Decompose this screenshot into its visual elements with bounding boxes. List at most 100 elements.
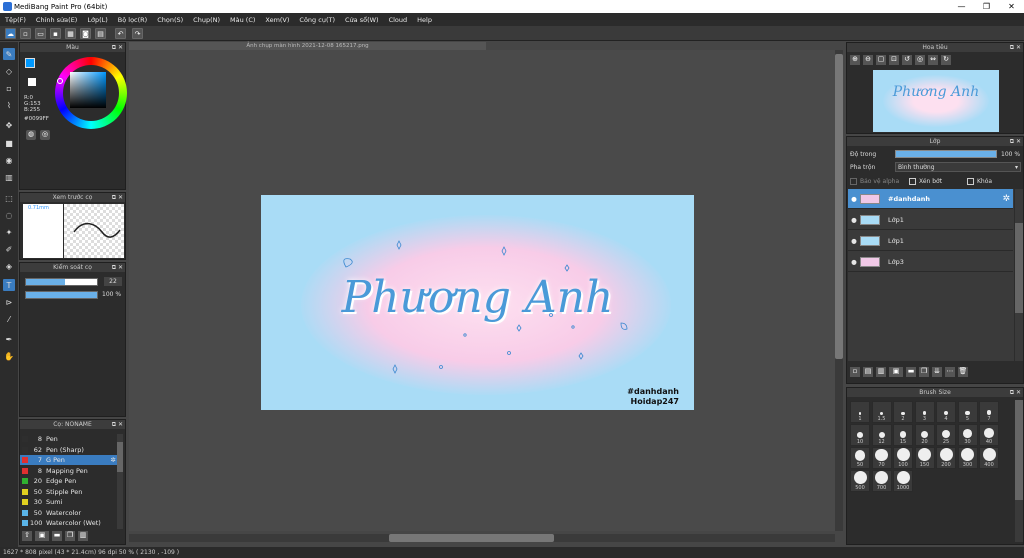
- lock-checkbox[interactable]: [967, 178, 974, 185]
- add-brush-icon[interactable]: ⇧: [22, 531, 32, 541]
- menu-window[interactable]: Cửa sổ(W): [340, 16, 384, 24]
- menu-file[interactable]: Tệp(F): [0, 16, 31, 24]
- brush-delete-icon[interactable]: ▥: [78, 531, 88, 541]
- magic-wand-icon[interactable]: ✦: [3, 226, 15, 238]
- grid-icon[interactable]: ▦: [65, 28, 76, 39]
- brush-size-option-4[interactable]: 4: [936, 401, 956, 423]
- brush-item-stipple-pen[interactable]: 50 Stipple Pen: [20, 487, 118, 497]
- brush-item-pen-sharp[interactable]: 62 Pen (Sharp): [20, 445, 118, 455]
- navigator-thumbnail[interactable]: Phương Anh: [873, 70, 999, 132]
- panel-close-icon[interactable]: ⧉ ✕: [112, 263, 123, 272]
- eraser-tool-icon[interactable]: ◇: [3, 65, 15, 77]
- brush-size-option-10[interactable]: 10: [850, 424, 870, 446]
- hue-wheel[interactable]: [55, 57, 127, 129]
- menu-layer[interactable]: Lớp(L): [82, 16, 112, 24]
- layer-duplicate-icon[interactable]: ❐: [919, 367, 929, 377]
- save-icon[interactable]: ▪: [50, 28, 61, 39]
- brush-list-scrollbar[interactable]: [117, 434, 123, 529]
- layer-delete-icon[interactable]: 🗑: [958, 367, 968, 377]
- brush-size-option-500[interactable]: 500: [850, 470, 870, 492]
- lasso-tool-icon[interactable]: ⌇: [3, 99, 15, 111]
- brush-size-option-1000[interactable]: 1000: [893, 470, 913, 492]
- minimize-button[interactable]: —: [949, 0, 974, 13]
- pen-tool-icon[interactable]: ✒: [3, 333, 15, 345]
- menu-color[interactable]: Màu (C): [225, 16, 260, 24]
- brush-size-option-15[interactable]: 15: [893, 424, 913, 446]
- maximize-button[interactable]: ❐: [974, 0, 999, 13]
- brush-size-slider[interactable]: [25, 278, 98, 286]
- close-button[interactable]: ✕: [999, 0, 1024, 13]
- dot-tool-icon[interactable]: ▫: [3, 82, 15, 94]
- eye-icon[interactable]: ●: [848, 216, 860, 224]
- brush-size-value[interactable]: 22: [104, 277, 122, 286]
- brush-options-icon[interactable]: ▣: [35, 531, 49, 541]
- panel-close-icon[interactable]: ⧉ ✕: [1010, 137, 1021, 146]
- layer-item-lop3[interactable]: ● Lớp3: [848, 252, 1013, 272]
- brush-size-option-3[interactable]: 3: [914, 401, 935, 423]
- foreground-color-swatch[interactable]: [25, 58, 35, 68]
- panel-close-icon[interactable]: ⧉ ✕: [112, 193, 123, 202]
- color-picker-icon[interactable]: ◎: [40, 130, 50, 140]
- canvas-horizontal-scrollbar[interactable]: [129, 534, 835, 542]
- canvas-vertical-scrollbar[interactable]: [835, 50, 843, 531]
- menu-snap[interactable]: Chụp(N): [188, 16, 225, 24]
- rotate-reset-icon[interactable]: ◎: [915, 55, 925, 65]
- white-swatch[interactable]: [28, 78, 36, 86]
- brush-size-option-200[interactable]: 200: [936, 447, 956, 469]
- menu-cloud[interactable]: Cloud: [384, 16, 413, 24]
- brush-item-watercolor[interactable]: 50 Watercolor: [20, 508, 118, 518]
- menu-filter[interactable]: Bộ lọc(R): [113, 16, 152, 24]
- eyedropper-icon[interactable]: ⁄: [3, 313, 15, 325]
- brush-size-option-1-5[interactable]: 1.5: [871, 401, 892, 423]
- gradient-tool-icon[interactable]: ▥: [3, 171, 15, 183]
- eye-icon[interactable]: ●: [848, 195, 860, 203]
- menu-view[interactable]: Xem(V): [260, 16, 294, 24]
- document-tab[interactable]: Ảnh chụp màn hình 2021-12-08 165217.png: [129, 42, 486, 50]
- actual-size-icon[interactable]: ⊡: [889, 55, 899, 65]
- new-halftone-layer-icon[interactable]: ▤: [863, 367, 873, 377]
- open-icon[interactable]: ▭: [35, 28, 46, 39]
- layer-list-scrollbar[interactable]: [1015, 189, 1023, 361]
- brush-item-sumi[interactable]: 30 Sumi: [20, 497, 118, 507]
- menu-select[interactable]: Chọn(S): [152, 16, 188, 24]
- clip-checkbox[interactable]: [909, 178, 916, 185]
- brush-tool-icon[interactable]: ✎: [3, 48, 15, 60]
- brush-size-option-25[interactable]: 25: [936, 424, 956, 446]
- select-pen-icon[interactable]: ✐: [3, 243, 15, 255]
- fit-icon[interactable]: ▢: [876, 55, 886, 65]
- brush-size-option-300[interactable]: 300: [957, 447, 978, 469]
- menu-help[interactable]: Help: [412, 16, 437, 24]
- brush-size-option-40[interactable]: 40: [979, 424, 999, 446]
- hand-tool-icon[interactable]: ✋: [3, 350, 15, 362]
- undo-icon[interactable]: ↶: [115, 28, 126, 39]
- text-tool-icon[interactable]: T: [3, 279, 15, 291]
- layer-merge-icon[interactable]: ⇊: [932, 367, 942, 377]
- brush-size-option-400[interactable]: 400: [979, 447, 999, 469]
- layer-options-icon[interactable]: ▣: [889, 367, 903, 377]
- brush-size-scrollbar[interactable]: [1015, 400, 1023, 542]
- brush-size-option-50[interactable]: 50: [850, 447, 870, 469]
- menu-edit[interactable]: Chỉnh sửa(E): [31, 16, 82, 24]
- brush-size-option-7[interactable]: 7: [979, 401, 999, 423]
- brush-item-pen[interactable]: 8 Pen: [20, 434, 118, 444]
- eye-icon[interactable]: ●: [848, 258, 860, 266]
- rotate-left-icon[interactable]: ↺: [902, 55, 912, 65]
- brush-size-option-20[interactable]: 20: [914, 424, 935, 446]
- panel-close-icon[interactable]: ⧉ ✕: [112, 420, 123, 429]
- layer-folder-icon[interactable]: ▬: [906, 367, 916, 377]
- new-file-icon[interactable]: ▫: [20, 28, 31, 39]
- layer-item-lop1[interactable]: ● Lớp1: [848, 210, 1013, 230]
- palette-icon[interactable]: ◍: [26, 130, 36, 140]
- settings-icon[interactable]: ◙: [80, 28, 91, 39]
- brush-size-option-150[interactable]: 150: [914, 447, 935, 469]
- menu-tools[interactable]: Công cụ(T): [294, 16, 340, 24]
- saturation-square[interactable]: [70, 72, 106, 108]
- brush-item-g-pen[interactable]: 7G Pen ✲: [20, 455, 118, 465]
- zoom-out-icon[interactable]: ⊖: [863, 55, 873, 65]
- redo-icon[interactable]: ↷: [132, 28, 143, 39]
- new-layer-icon[interactable]: ▫: [850, 367, 860, 377]
- document-image[interactable]: Phương Anh #danhdanh Hoidap247: [261, 195, 694, 410]
- protect-alpha-checkbox[interactable]: [850, 178, 857, 185]
- eye-icon[interactable]: ●: [848, 237, 860, 245]
- layer-opacity-slider[interactable]: [895, 150, 997, 158]
